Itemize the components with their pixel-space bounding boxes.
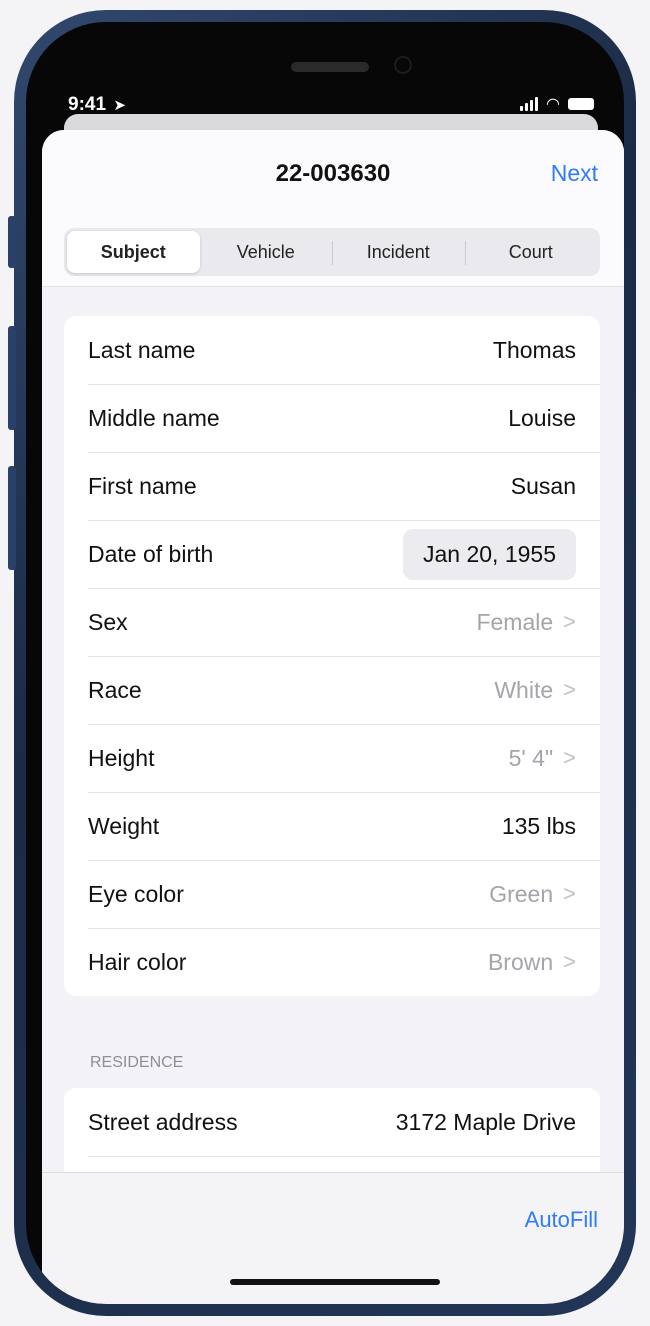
field-label: Weight bbox=[88, 812, 160, 839]
field-label: Last name bbox=[88, 336, 196, 363]
field-label: Hair color bbox=[88, 948, 187, 975]
field-label: Eye color bbox=[88, 880, 184, 907]
wifi-icon: ◠ bbox=[546, 96, 560, 113]
chevron-right-icon: > bbox=[563, 677, 576, 702]
next-button[interactable]: Next bbox=[551, 160, 598, 187]
last-name-row[interactable]: Last name Thomas bbox=[64, 316, 600, 384]
segmented-control: Subject Vehicle Incident Court bbox=[64, 228, 600, 276]
camera bbox=[394, 56, 412, 74]
hair-color-value: Brown bbox=[487, 948, 554, 975]
race-value: White bbox=[494, 676, 554, 703]
field-label: Street address bbox=[88, 1108, 238, 1135]
sex-value: Female bbox=[476, 608, 554, 635]
height-row[interactable]: Height 5' 4" > bbox=[64, 724, 600, 792]
cellular-signal-icon bbox=[520, 97, 539, 111]
status-icons: ◠ bbox=[520, 94, 594, 114]
street-address-field[interactable]: 3172 Maple Drive bbox=[396, 1109, 576, 1136]
autofill-button[interactable]: AutoFill bbox=[525, 1207, 598, 1233]
middle-name-field[interactable]: Louise bbox=[508, 405, 576, 432]
field-label: Sex bbox=[88, 608, 128, 635]
navigation-bar: 22-003630 Next Subject Vehicle Incident … bbox=[42, 130, 624, 287]
chevron-right-icon: > bbox=[563, 609, 576, 634]
chevron-right-icon: > bbox=[563, 881, 576, 906]
chevron-right-icon: > bbox=[563, 949, 576, 974]
first-name-row[interactable]: First name Susan bbox=[64, 452, 600, 520]
field-label: Middle name bbox=[88, 404, 220, 431]
first-name-field[interactable]: Susan bbox=[511, 473, 576, 500]
last-name-field[interactable]: Thomas bbox=[493, 337, 576, 364]
height-value: 5' 4" bbox=[508, 744, 554, 771]
tab-incident[interactable]: Incident bbox=[332, 231, 465, 273]
eye-color-row[interactable]: Eye color Green > bbox=[64, 860, 600, 928]
tab-vehicle[interactable]: Vehicle bbox=[200, 231, 333, 273]
tab-subject[interactable]: Subject bbox=[67, 231, 200, 273]
notch bbox=[158, 22, 504, 92]
sex-row[interactable]: Sex Female > bbox=[64, 588, 600, 656]
chevron-right-icon: > bbox=[563, 745, 576, 770]
hair-color-row[interactable]: Hair color Brown > bbox=[64, 928, 600, 996]
tab-court[interactable]: Court bbox=[464, 231, 598, 273]
weight-field[interactable]: 135 lbs bbox=[502, 813, 576, 840]
race-row[interactable]: Race White > bbox=[64, 656, 600, 724]
field-label: Date of birth bbox=[88, 540, 214, 567]
residence-section-header: RESIDENCE bbox=[90, 1054, 184, 1071]
weight-row[interactable]: Weight 135 lbs bbox=[64, 792, 600, 860]
location-arrow-icon: ➤ bbox=[113, 97, 126, 114]
field-label: Race bbox=[88, 676, 142, 703]
screen: 9:41 ➤ ◠ 22-003630 Next Subject Vehicle … bbox=[26, 22, 624, 1304]
page-title: 22-003630 bbox=[275, 160, 391, 187]
status-time: 9:41 ➤ bbox=[68, 94, 126, 115]
field-label: First name bbox=[88, 472, 197, 499]
home-indicator[interactable] bbox=[230, 1279, 440, 1285]
volume-up-button bbox=[8, 326, 16, 430]
battery-icon bbox=[568, 98, 594, 110]
street-address-row[interactable]: Street address 3172 Maple Drive bbox=[64, 1088, 600, 1156]
volume-down-button bbox=[8, 466, 16, 570]
speaker bbox=[291, 62, 369, 72]
form-sheet: 22-003630 Next Subject Vehicle Incident … bbox=[42, 130, 624, 1304]
eye-color-value: Green bbox=[489, 880, 554, 907]
subject-card: Last name Thomas Middle name Louise Firs… bbox=[64, 316, 600, 996]
mute-switch bbox=[8, 216, 16, 268]
bottom-toolbar: AutoFill bbox=[42, 1172, 624, 1301]
date-of-birth-picker[interactable]: Jan 20, 1955 bbox=[402, 528, 576, 580]
middle-name-row[interactable]: Middle name Louise bbox=[64, 384, 600, 452]
date-of-birth-row: Date of birth Jan 20, 1955 bbox=[64, 520, 600, 588]
field-label: Height bbox=[88, 744, 155, 771]
